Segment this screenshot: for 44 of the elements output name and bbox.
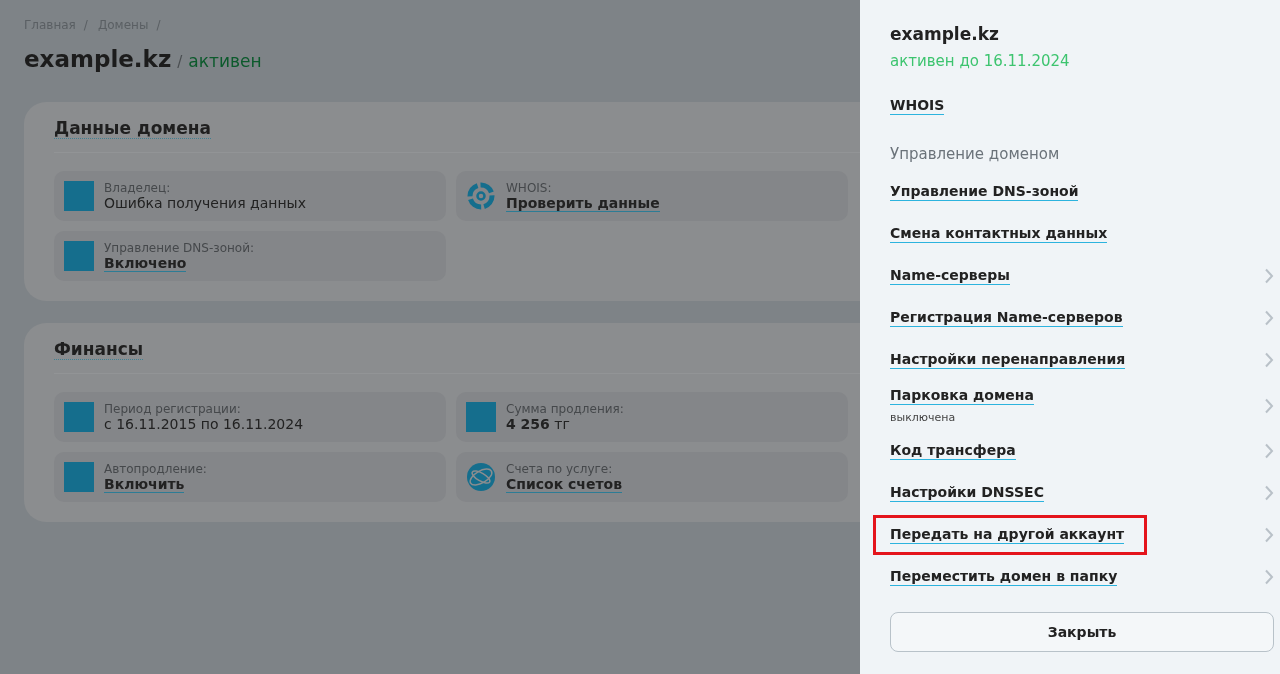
tile-label: Управление DNS-зоной: bbox=[104, 240, 254, 255]
menu-link[interactable]: Смена контактных данных bbox=[890, 225, 1108, 243]
breadcrumb-separator: / bbox=[83, 18, 88, 32]
globe-icon bbox=[466, 462, 496, 492]
tile-link[interactable]: Включено bbox=[104, 254, 187, 272]
tile-label: Период регистрации: bbox=[104, 402, 241, 416]
domain-status: активен bbox=[188, 51, 262, 71]
tile-link[interactable]: Проверить данные bbox=[506, 194, 660, 212]
tile-label: WHOIS: bbox=[506, 180, 552, 195]
title-separator: / bbox=[177, 53, 183, 71]
card-title: Финансы bbox=[54, 339, 144, 360]
menu-link[interactable]: Код трансфера bbox=[890, 442, 1016, 460]
menu-link[interactable]: Передать на другой аккаунт bbox=[890, 526, 1125, 544]
menu-link[interactable]: Управление DNS-зоной bbox=[890, 183, 1079, 201]
tile-link[interactable]: Включить bbox=[104, 475, 185, 493]
square-icon bbox=[466, 402, 496, 432]
tile-label: Счета по услуге: bbox=[506, 461, 613, 476]
tile-label: Владелец: bbox=[104, 181, 171, 195]
menu-link[interactable]: Настройки перенаправления bbox=[890, 351, 1126, 369]
tile-label: Автопродление: bbox=[104, 461, 207, 476]
menu-link[interactable]: Name-серверы bbox=[890, 267, 1010, 285]
section-title: Управление доменом bbox=[890, 145, 1061, 163]
domain-title: example.kz bbox=[24, 46, 172, 72]
card-title: Данные домена bbox=[54, 118, 211, 139]
square-icon bbox=[64, 462, 94, 492]
square-icon bbox=[64, 181, 94, 211]
whois-link[interactable]: WHOIS bbox=[890, 97, 945, 115]
gear-icon bbox=[466, 181, 496, 211]
menu-link[interactable]: Настройки DNSSEC bbox=[890, 484, 1044, 502]
breadcrumb-separator: / bbox=[156, 18, 161, 32]
panel-domain-status: активен до 16.11.2024 bbox=[890, 52, 1071, 70]
panel-domain-title: example.kz bbox=[890, 24, 1000, 44]
close-button[interactable]: Закрыть bbox=[890, 612, 1274, 652]
menu-link[interactable]: Переместить домен в папку bbox=[890, 568, 1118, 586]
menu-item-note: выключена bbox=[890, 411, 956, 424]
menu-link[interactable]: Регистрация Name-серверов bbox=[890, 309, 1123, 327]
tile-value: 4 256 тг bbox=[506, 416, 570, 432]
tile-label: Сумма продления: bbox=[506, 402, 624, 416]
square-icon bbox=[64, 402, 94, 432]
square-icon bbox=[64, 241, 94, 271]
tile-value: Ошибка получения данных bbox=[104, 195, 306, 211]
tile-link[interactable]: Список счетов bbox=[506, 475, 623, 493]
menu-link[interactable]: Парковка домена bbox=[890, 387, 1034, 405]
tile-value: с 16.11.2015 по 16.11.2024 bbox=[104, 416, 304, 432]
